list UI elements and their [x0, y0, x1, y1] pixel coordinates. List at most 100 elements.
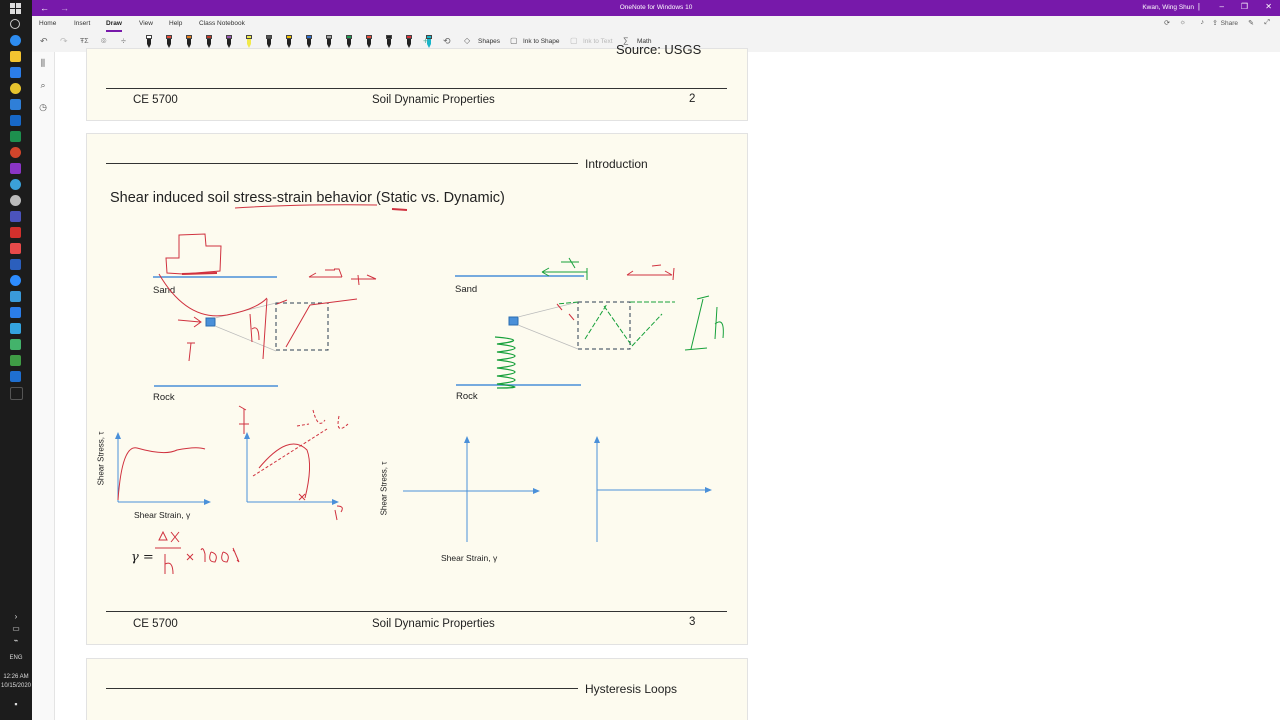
share-button[interactable]: Share — [1221, 20, 1238, 27]
page-canvas[interactable]: Source: USGS CE 5700 Soil Dynamic Proper… — [55, 42, 1280, 720]
footer-rule — [106, 88, 727, 89]
pen-icon[interactable] — [406, 35, 412, 49]
redo-icon[interactable]: ↷ — [60, 36, 68, 47]
powerpoint-icon[interactable] — [10, 147, 21, 158]
notebooks-icon[interactable]: ⫼ — [37, 58, 49, 69]
type-select-icon[interactable]: ŦΣ — [80, 38, 89, 45]
file-explorer-icon[interactable] — [10, 51, 21, 62]
search-icon[interactable]: ⌕ — [37, 80, 49, 91]
tab-help[interactable]: Help — [169, 20, 182, 27]
fullscreen-icon[interactable]: ⤢ — [1264, 19, 1270, 27]
recent-notes-icon[interactable]: ◷ — [37, 102, 49, 113]
add-space-icon[interactable]: ÷ — [121, 36, 126, 46]
clock-date[interactable]: 10/15/2020 — [0, 683, 32, 689]
network-icon[interactable]: ⌁ — [0, 636, 32, 645]
ribbon-tabs: Home Insert Draw View Help Class Noteboo… — [32, 16, 1280, 32]
pen-icon[interactable] — [226, 35, 232, 49]
onenote-icon[interactable] — [10, 163, 21, 174]
pen-icon[interactable] — [186, 35, 192, 49]
undo-icon[interactable]: ↶ — [40, 36, 48, 47]
h-green-ink — [684, 295, 724, 351]
shapes-icon[interactable]: ◇ — [464, 36, 470, 45]
windows-taskbar: › ▭ ⌁ ENG 12:26 AM 10/15/2020 ▪ — [0, 0, 32, 720]
tab-draw[interactable]: Draw — [106, 20, 122, 32]
cortana-icon[interactable] — [10, 35, 21, 46]
heading-underline-ink — [234, 204, 378, 209]
clock-time[interactable]: 12:26 AM — [0, 674, 32, 680]
failure-envelope-ink — [252, 409, 349, 477]
mail-icon[interactable] — [10, 99, 21, 110]
edge-icon[interactable] — [10, 179, 21, 190]
tray-chevron-icon[interactable]: › — [0, 612, 32, 621]
blank-app-icon[interactable] — [10, 387, 23, 400]
outlook-icon[interactable] — [10, 115, 21, 126]
stress-strain-curve-ink — [117, 447, 206, 501]
dashed-element-left — [275, 302, 329, 351]
pen-icon[interactable] — [386, 35, 392, 49]
pen-icon[interactable] — [346, 35, 352, 49]
excel-icon[interactable] — [10, 131, 21, 142]
word-icon[interactable] — [10, 259, 21, 270]
formula-ink — [155, 530, 240, 575]
ink-to-text-button: Ink to Text — [583, 38, 613, 45]
notification-icon[interactable]: ▪ — [0, 699, 32, 709]
teams-icon[interactable] — [10, 211, 21, 222]
maps-icon[interactable] — [10, 339, 21, 350]
source-caption: Source: USGS — [616, 42, 702, 57]
h-ink — [249, 313, 260, 343]
arrowhead — [533, 488, 540, 494]
battery-icon[interactable]: ▭ — [0, 624, 32, 633]
tab-home[interactable]: Home — [39, 20, 56, 27]
pen-icon[interactable] — [266, 35, 272, 49]
pen-icon[interactable] — [146, 35, 152, 49]
photos-icon[interactable] — [10, 323, 21, 334]
arrowhead — [115, 432, 121, 439]
tab-insert[interactable]: Insert — [74, 20, 90, 27]
language-indicator[interactable]: ENG — [0, 655, 32, 661]
ruler-icon[interactable]: ⟲ — [443, 36, 451, 47]
camera-icon[interactable] — [10, 355, 21, 366]
zoom-icon[interactable] — [10, 275, 21, 286]
pen-app-icon[interactable] — [10, 371, 21, 382]
pen-icon[interactable] — [206, 35, 212, 49]
ink-to-shape-button[interactable]: Ink to Shape — [523, 38, 560, 45]
app-icon-red[interactable] — [10, 243, 21, 254]
sigma-ink — [334, 505, 343, 521]
delta-x-ink — [334, 268, 343, 278]
app-title: OneNote for Windows 10 — [619, 4, 693, 11]
sync-icon[interactable]: ⟳ — [1164, 19, 1170, 27]
notepad-icon[interactable] — [10, 291, 21, 302]
lasso-select-icon[interactable]: ⌾ — [101, 36, 106, 47]
pen-icon[interactable] — [306, 35, 312, 49]
tab-class-notebook[interactable]: Class Notebook — [199, 20, 245, 27]
acrobat-icon[interactable] — [10, 227, 21, 238]
add-pen-icon[interactable]: + — [423, 36, 428, 46]
pen-settings-icon[interactable]: ✎ — [1248, 19, 1254, 27]
search-icon[interactable] — [10, 19, 20, 29]
store-icon[interactable] — [10, 67, 21, 78]
tab-view[interactable]: View — [139, 20, 153, 27]
pen-icon[interactable] — [326, 35, 332, 49]
pen-icon[interactable] — [366, 35, 372, 49]
chrome-icon[interactable] — [10, 83, 21, 94]
static-underline-ink — [391, 208, 408, 211]
highlighter-icon[interactable] — [246, 35, 252, 49]
pen-icon[interactable] — [286, 35, 292, 49]
footer-page-number: 2 — [689, 93, 696, 105]
share-icon[interactable]: ⇪ — [1212, 19, 1218, 27]
restore-button[interactable]: ❐ — [1241, 2, 1248, 11]
lightbulb-icon[interactable]: ☼ — [1180, 19, 1186, 26]
shapes-button[interactable]: Shapes — [478, 38, 500, 45]
ink-to-shape-icon[interactable]: ▢ — [510, 36, 518, 45]
calculator-icon[interactable] — [10, 307, 21, 318]
arrowhead — [204, 499, 211, 505]
windows-start-icon[interactable] — [10, 3, 21, 14]
user-name[interactable]: Kwan, Wing Shun — [1142, 4, 1194, 11]
close-button[interactable]: ✕ — [1265, 2, 1272, 11]
bell-icon[interactable]: ♪ — [1201, 19, 1205, 26]
minimize-button[interactable]: – — [1220, 2, 1224, 11]
arrowhead — [594, 436, 600, 443]
pen-icon[interactable] — [166, 35, 172, 49]
settings-icon[interactable] — [10, 195, 21, 206]
slide-3: Introduction Shear induced soil stress-s… — [86, 133, 748, 645]
